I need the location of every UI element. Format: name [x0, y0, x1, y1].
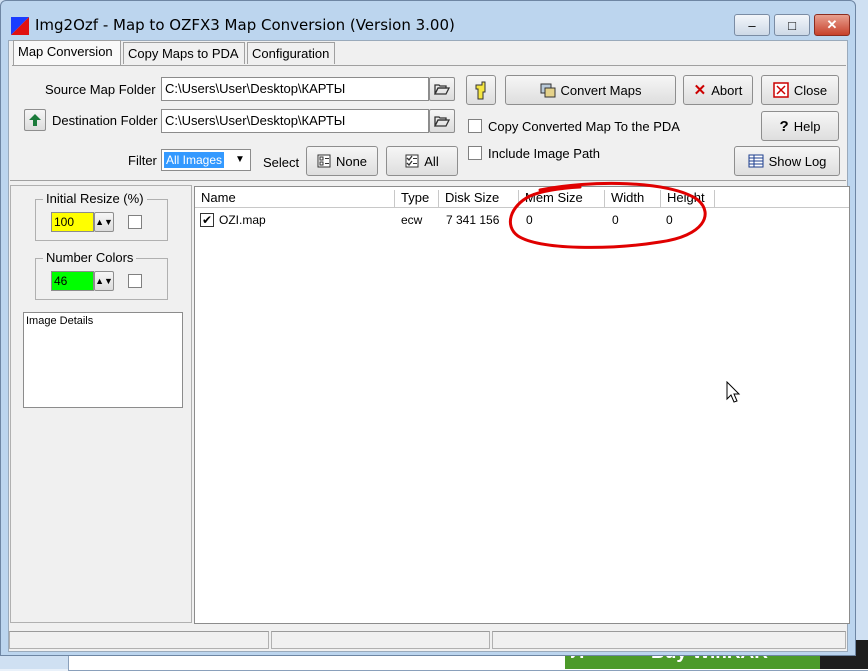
tab-divider [12, 65, 846, 66]
log-table-icon [748, 154, 764, 168]
column-header-type[interactable]: Type [395, 190, 439, 208]
tab-map-conversion[interactable]: Map Conversion [13, 40, 121, 66]
number-colors-field[interactable]: 46 [51, 271, 94, 291]
spinner-arrows-icon: ▲▼ [95, 276, 113, 286]
destination-browse-button[interactable] [429, 109, 455, 133]
spinner-arrows-icon: ▲▼ [95, 217, 113, 227]
select-all-button[interactable]: All [386, 146, 458, 176]
maximize-button[interactable]: □ [774, 14, 810, 36]
number-colors-label: Number Colors [43, 250, 137, 265]
close-label: Close [793, 82, 828, 98]
row-checkbox[interactable]: ✔ [200, 213, 214, 227]
close-window-button[interactable]: ✕ [814, 14, 850, 36]
initial-resize-spinner[interactable]: ▲▼ [94, 212, 114, 232]
show-log-label: Show Log [768, 153, 827, 169]
mouse-cursor-icon [726, 381, 741, 403]
source-browse-button[interactable] [429, 77, 455, 101]
folder-open-icon [434, 84, 450, 95]
convert-maps-label: Convert Maps [560, 82, 642, 98]
source-folder-field[interactable]: C:\Users\User\Desktop\КАРТЫ [161, 77, 429, 101]
include-path-checkbox[interactable] [468, 146, 482, 160]
question-mark-icon: ? [779, 117, 789, 135]
tab-copy-maps-to-pda[interactable]: Copy Maps to PDA [123, 42, 245, 64]
chevron-down-icon: ▼ [235, 154, 245, 165]
close-icon: ✕ [826, 17, 838, 32]
status-pane-2 [271, 631, 490, 649]
select-label: Select [263, 155, 300, 170]
folder-open-icon [434, 116, 450, 127]
select-all-label: All [424, 153, 439, 169]
image-details-label: Image Details [26, 315, 94, 327]
red-circle-annotation [508, 181, 707, 249]
up-folder-button[interactable] [24, 109, 46, 131]
section-divider [10, 180, 846, 181]
copy-to-pda-checkbox[interactable] [468, 119, 482, 133]
destination-folder-field[interactable]: C:\Users\User\Desktop\КАРТЫ [161, 109, 429, 133]
list-none-icon [317, 154, 331, 168]
abort-label: Abort [711, 82, 743, 98]
minimize-icon: – [748, 17, 756, 33]
include-path-label: Include Image Path [488, 146, 601, 161]
arrow-up-icon [29, 114, 41, 126]
show-log-button[interactable]: Show Log [734, 146, 840, 176]
maximize-icon: □ [788, 17, 796, 33]
tab-configuration[interactable]: Configuration [247, 42, 335, 64]
app-icon [11, 17, 29, 35]
row-name: OZI.map [219, 213, 266, 227]
number-colors-checkbox[interactable] [128, 274, 142, 288]
select-none-label: None [335, 153, 368, 169]
initial-resize-label: Initial Resize (%) [43, 191, 147, 206]
initial-resize-checkbox[interactable] [128, 215, 142, 229]
status-pane-1 [9, 631, 269, 649]
status-pane-3 [492, 631, 846, 649]
abort-button[interactable]: ✕ Abort [683, 75, 753, 105]
image-details-box: Image Details [23, 312, 183, 408]
convert-maps-icon [540, 83, 556, 98]
convert-maps-button[interactable]: Convert Maps [505, 75, 676, 105]
pointing-hand-icon [475, 81, 486, 100]
window-title: Img2Ozf - Map to OZFX3 Map Conversion (V… [35, 16, 455, 34]
filter-dropdown[interactable]: All Images ▼ [161, 149, 251, 171]
close-button[interactable]: Close [761, 75, 839, 105]
copy-to-pda-label: Copy Converted Map To the PDA [488, 119, 680, 134]
list-check-icon [405, 154, 419, 168]
filter-selected-value: All Images [164, 152, 225, 168]
row-disk-size: 7 341 156 [446, 213, 500, 227]
initial-resize-field[interactable]: 100 [51, 212, 94, 232]
select-none-button[interactable]: None [306, 146, 378, 176]
help-button[interactable]: ? Help [761, 111, 839, 141]
destination-folder-label: Destination Folder [52, 113, 158, 128]
source-folder-label: Source Map Folder [45, 82, 156, 97]
number-colors-spinner[interactable]: ▲▼ [94, 271, 114, 291]
hint-button[interactable] [466, 75, 496, 105]
close-door-icon [773, 82, 789, 98]
minimize-button[interactable]: – [734, 14, 770, 36]
abort-x-icon: ✕ [693, 82, 707, 99]
row-type: ecw [401, 213, 423, 227]
filter-label: Filter [128, 153, 157, 168]
help-label: Help [793, 118, 821, 134]
column-header-name[interactable]: Name [195, 190, 395, 208]
